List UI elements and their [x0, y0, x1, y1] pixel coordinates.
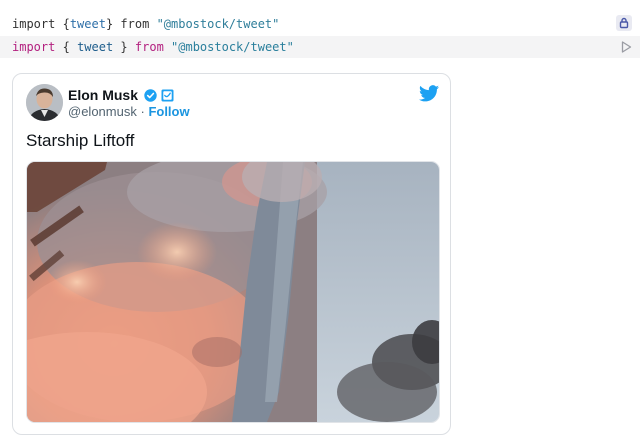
translator-badge-icon — [161, 89, 174, 102]
tweet-card: Elon Musk @elonmusk · Follow Starship Li… — [12, 73, 451, 435]
output-code-line: import {tweet} from "@mbostock/tweet" — [12, 17, 279, 31]
input-brace-close: } — [120, 40, 128, 54]
output-brace-open: { — [62, 17, 70, 31]
input-keyword-import: import — [12, 40, 56, 54]
verified-badge-icon — [144, 89, 157, 102]
output-keyword-from: from — [120, 17, 150, 31]
input-keyword-from: from — [134, 40, 164, 54]
cell-output: import {tweet} from "@mbostock/tweet" — [0, 0, 640, 36]
author-name[interactable]: Elon Musk — [68, 87, 138, 103]
output-keyword-import: import — [12, 17, 56, 31]
input-import-name: tweet — [77, 40, 114, 54]
avatar[interactable] — [26, 84, 63, 121]
avatar-image — [26, 84, 63, 121]
output-import-name[interactable]: tweet — [70, 17, 106, 31]
output-module-link[interactable]: "@mbostock/tweet" — [157, 17, 280, 31]
play-icon[interactable] — [619, 40, 633, 54]
tweet-text: Starship Liftoff — [26, 131, 135, 150]
author-handle[interactable]: @elonmusk — [68, 104, 137, 119]
lock-icon[interactable] — [616, 15, 632, 31]
author-handle-row: @elonmusk · Follow — [68, 104, 190, 119]
input-code-line[interactable]: import { tweet } from "@mbostock/tweet" — [12, 40, 294, 54]
input-module-string: "@mbostock/tweet" — [171, 40, 294, 54]
tweet-photo[interactable] — [26, 161, 440, 423]
twitter-bird-icon[interactable] — [419, 85, 439, 102]
cell-input[interactable]: import { tweet } from "@mbostock/tweet" — [0, 36, 640, 58]
follow-link[interactable]: Follow — [148, 104, 189, 119]
output-brace-close: } — [105, 17, 114, 31]
input-brace-open: { — [62, 40, 70, 54]
handle-separator: · — [140, 104, 145, 119]
starship-photo-image — [27, 162, 439, 422]
